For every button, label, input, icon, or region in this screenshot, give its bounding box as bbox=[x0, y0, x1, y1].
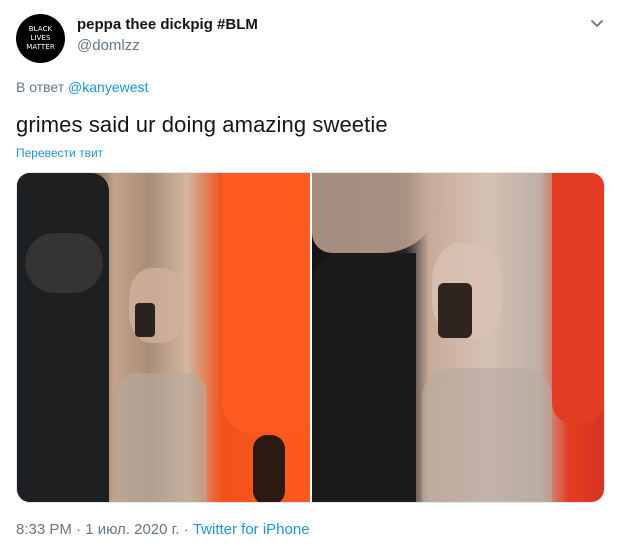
tweet-source-link[interactable]: Twitter for iPhone bbox=[193, 521, 310, 538]
tweet-time[interactable]: 8:33 PM bbox=[16, 521, 72, 538]
tweet-meta: 8:33 PM · 1 июл. 2020 г. · Twitter for i… bbox=[16, 521, 310, 538]
photo-left[interactable] bbox=[17, 173, 310, 502]
reply-to-link[interactable]: @kanyewest bbox=[68, 79, 148, 95]
reply-context: В ответ @kanyewest bbox=[16, 79, 148, 95]
photo-right-phone bbox=[437, 283, 472, 338]
meta-separator: · bbox=[76, 521, 82, 538]
chevron-down-icon[interactable] bbox=[588, 14, 606, 32]
avatar-text-line: MATTER bbox=[26, 43, 55, 51]
photo-right[interactable] bbox=[311, 173, 604, 502]
photo-left-arm bbox=[253, 435, 285, 502]
photo-right-red-cloth bbox=[551, 173, 604, 423]
photo-left-jacket bbox=[117, 373, 207, 502]
photo-right-jacket bbox=[421, 368, 552, 502]
avatar-text-line: BLACK bbox=[28, 25, 53, 33]
photo-left-hand bbox=[25, 233, 103, 293]
photo-left-orange-cloth bbox=[222, 173, 310, 433]
meta-separator: · bbox=[183, 521, 189, 538]
avatar-text-line: LIVES bbox=[30, 34, 51, 42]
media-grid bbox=[16, 172, 605, 503]
photo-left-dark-figure bbox=[17, 173, 109, 502]
user-handle[interactable]: @domlzz bbox=[77, 37, 140, 54]
photo-right-dark-figure bbox=[311, 253, 416, 502]
photo-left-phone bbox=[135, 303, 155, 337]
translate-tweet-link[interactable]: Перевести твит bbox=[16, 146, 103, 160]
avatar[interactable]: BLACK LIVES MATTER bbox=[16, 14, 65, 63]
display-name[interactable]: peppa thee dickpig #BLM bbox=[77, 16, 258, 33]
reply-prefix: В ответ bbox=[16, 79, 65, 95]
photo-right-top-shirt bbox=[311, 173, 442, 253]
tweet-text: grimes said ur doing amazing sweetie bbox=[16, 112, 388, 137]
tweet-date[interactable]: 1 июл. 2020 г. bbox=[85, 521, 179, 538]
